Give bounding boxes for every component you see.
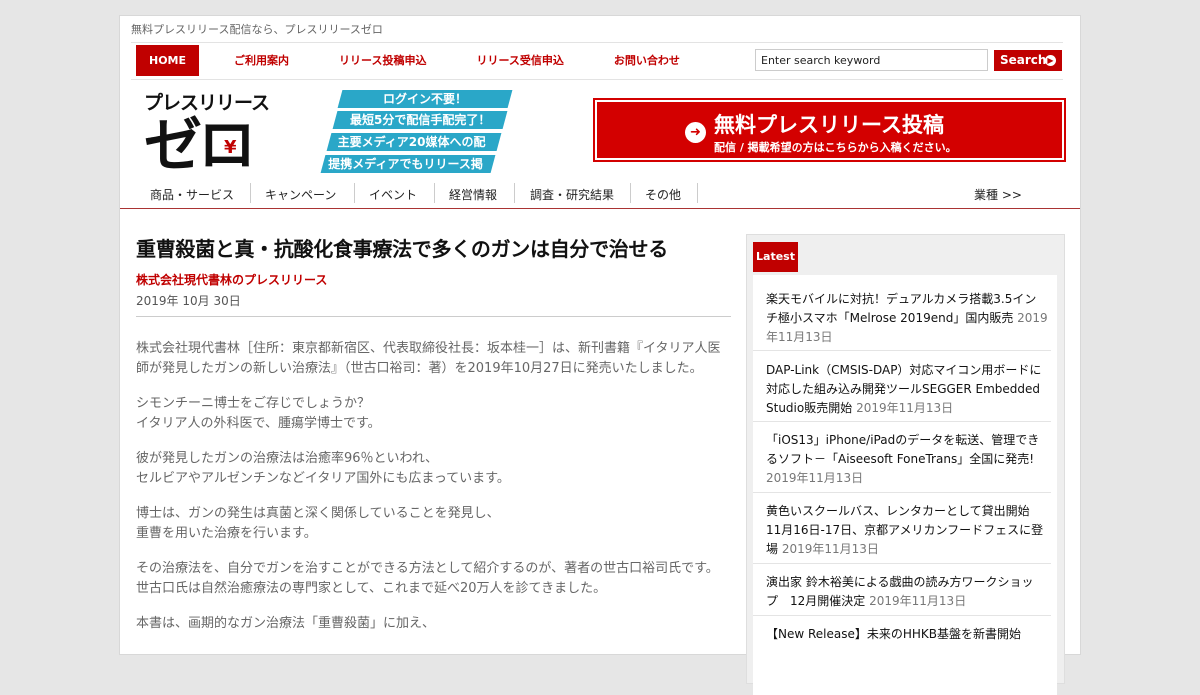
banner-title: 無料プレスリリース投稿	[714, 113, 944, 137]
article-paragraph: その治療法を、自分でガンを治すことができる方法として紹介するのが、著者の世古口裕…	[136, 561, 719, 596]
free-release-banner[interactable]: ➜ 無料プレスリリース投稿 配信 / 掲載希望の方はこちらから入稿ください。	[593, 98, 1066, 162]
category-management[interactable]: 経営情報	[449, 186, 497, 203]
arrow-right-icon: ▶	[1045, 55, 1056, 66]
nav-submit-release[interactable]: リリース投稿申込	[339, 45, 426, 76]
nav-guide[interactable]: ご利用案内	[234, 45, 289, 76]
site-tagline: 無料プレスリリース配信なら、プレスリリースゼロ	[131, 23, 383, 36]
divider	[753, 421, 1051, 422]
latest-item[interactable]: 演出家 鈴木裕美による戯曲の読み方ワークショッ プ 12月開催決定 2019年1…	[766, 573, 1048, 611]
divider	[697, 183, 698, 203]
latest-item[interactable]: DAP-Link（CMSIS-DAP）対応マイコン用ボードに 対応した組み込み開…	[766, 361, 1048, 418]
header-divider	[120, 208, 1080, 209]
badge-media: 主要メディア20媒体への配信！	[326, 133, 502, 167]
nav-home[interactable]: HOME	[136, 45, 199, 76]
article-company-link[interactable]: 株式会社現代書林のプレスリリース	[136, 271, 731, 288]
nav-receive-release[interactable]: リリース受信申込	[476, 45, 563, 76]
article-date: 2019年 10月 30日	[136, 294, 241, 308]
tab-latest[interactable]: Latest	[753, 242, 798, 272]
nav-contact[interactable]: お問い合わせ	[614, 45, 680, 76]
article-paragraph: 彼が発見したガンの治療法は治癒率96％といわれ、 セルビアやアルゼンチンなどイタリ…	[136, 451, 510, 486]
logo-main-text: ゼロ ¥	[144, 111, 256, 179]
industry-link[interactable]: 業種 >>	[974, 186, 1022, 203]
search-input[interactable]	[755, 49, 988, 71]
main-nav: HOME ご利用案内 リリース投稿申込 リリース受信申込 お問い合わせ	[136, 45, 680, 76]
banner-subtitle: 配信 / 掲載希望の方はこちらから入稿ください。	[714, 141, 957, 154]
site-logo[interactable]: プレスリリース ゼロ ¥	[144, 88, 274, 179]
divider	[753, 492, 1051, 493]
article-paragraph: 本書は、画期的なガン治療法「重曹殺菌」に加え、	[136, 616, 436, 631]
divider	[514, 183, 515, 203]
category-campaign[interactable]: キャンペーン	[265, 186, 336, 203]
category-research[interactable]: 調査・研究結果	[530, 186, 614, 203]
divider	[131, 79, 1063, 80]
category-other[interactable]: その他	[645, 186, 681, 203]
divider	[753, 350, 1051, 351]
divider	[753, 563, 1051, 564]
latest-item[interactable]: 【New Release】未来のHHKB基盤を新書開始	[766, 625, 1048, 644]
article-body: 株式会社現代書林［住所：東京都新宿区、代表取締役社長：坂本桂一］は、新刊書籍『イ…	[136, 339, 731, 634]
badge-partner: 提携メディアでもリリース掲載！	[320, 155, 496, 189]
article-title: 重曹殺菌と真・抗酸化食事療法で多くのガンは自分で治せる	[136, 237, 668, 261]
latest-item[interactable]: 黄色いスクールバス、レンタカーとして貸出開始 11月16日-17日、京都アメリカ…	[766, 502, 1048, 559]
divider	[136, 316, 731, 317]
search-button[interactable]: Search ▶	[994, 50, 1062, 71]
page-container: 無料プレスリリース配信なら、プレスリリースゼロ HOME ご利用案内 リリース投…	[119, 15, 1081, 695]
sidebar: Latest 楽天モバイルに対抗！デュアルカメラ搭載3.5イン チ極小スマホ「M…	[746, 234, 1065, 695]
article: 重曹殺菌と真・抗酸化食事療法で多くのガンは自分で治せる 株式会社現代書林のプレス…	[136, 233, 731, 649]
divider	[434, 183, 435, 203]
latest-item[interactable]: 「iOS13」iPhone/iPadのデータを転送、管理でき るソフト－「Ais…	[766, 431, 1048, 488]
badge-no-login: ログイン不要！	[337, 90, 513, 108]
category-event[interactable]: イベント	[369, 186, 417, 203]
divider	[354, 183, 355, 203]
divider	[250, 183, 251, 203]
latest-item[interactable]: 楽天モバイルに対抗！デュアルカメラ搭載3.5イン チ極小スマホ「Melrose …	[766, 290, 1048, 347]
category-products[interactable]: 商品・サービス	[150, 186, 234, 203]
article-paragraph: 博士は、ガンの発生は真菌と深く関係していることを発見し、 重曹を用いた治療を行いま…	[136, 506, 500, 541]
divider	[753, 615, 1051, 616]
latest-list: 楽天モバイルに対抗！デュアルカメラ搭載3.5イン チ極小スマホ「Melrose …	[753, 275, 1057, 695]
divider	[630, 183, 631, 203]
divider	[131, 42, 1063, 43]
article-paragraph: シモンチーニ博士をご存じでしょうか？ イタリア人の外科医で、腫瘍学博士です。	[136, 396, 381, 431]
search-button-label: Search	[1000, 53, 1047, 67]
badge-fast: 最短5分で配信手配完了！	[332, 111, 508, 129]
arrow-right-icon: ➜	[685, 122, 706, 143]
yen-mark-icon: ¥	[224, 137, 237, 158]
article-paragraph: 株式会社現代書林［住所：東京都新宿区、代表取締役社長：坂本桂一］は、新刊書籍『イ…	[136, 341, 721, 376]
